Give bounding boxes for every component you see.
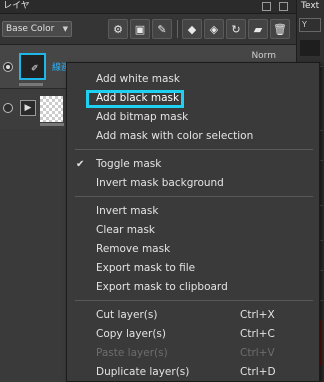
folder-toggle-icon[interactable]: ▶: [20, 100, 36, 116]
menu-separator: [75, 196, 313, 197]
menu-item-label: Copy layer(s): [96, 328, 166, 340]
menu-item-label: Duplicate layer(s): [96, 366, 190, 378]
menu-item-paste-layers: Paste layer(s) Ctrl+V: [68, 344, 318, 363]
layer-context-menu: Add white mask Add black mask Add bitmap…: [66, 62, 320, 382]
fill-icon: ◆: [187, 22, 197, 36]
layer-thumbnail[interactable]: [40, 96, 63, 122]
trash-icon: 🗑: [273, 22, 287, 36]
menu-item-label: Add bitmap mask: [96, 111, 189, 123]
layer-group-icon: ⚙: [113, 22, 123, 36]
menu-item-duplicate-layers[interactable]: Duplicate layer(s) Ctrl+D: [68, 363, 318, 382]
cursor-icon: ✐: [31, 64, 39, 74]
highlight-box: [86, 90, 184, 108]
menu-item-invert-mask[interactable]: Invert mask: [68, 202, 318, 221]
float-panel-icon[interactable]: [262, 2, 271, 11]
menu-item-label: Clear mask: [96, 224, 156, 236]
layer-toolbar: Base Color ▼ ⚙ ▣ ✎ ◆ ◈ ↻ ▰ 🗑: [0, 14, 296, 45]
add-mask-button[interactable]: ▣: [130, 19, 150, 39]
menu-item-shortcut: Ctrl+C: [240, 328, 275, 340]
close-panel-icon[interactable]: [279, 2, 288, 11]
checkmark-icon: ✔: [76, 159, 85, 170]
menu-item-label: Toggle mask: [96, 158, 162, 170]
fill-layer-button[interactable]: ◆: [182, 19, 202, 39]
text-panel-preview: [300, 40, 320, 56]
thumb-strip: [40, 123, 64, 126]
mask-icon: ▣: [134, 22, 146, 36]
layer-panel-header: レイヤ: [0, 0, 296, 14]
menu-item-label: Add white mask: [96, 73, 180, 85]
menu-item-cut-layers[interactable]: Cut layer(s) Ctrl+X: [68, 306, 318, 325]
blend-mode-select[interactable]: Base Color ▼: [2, 21, 72, 37]
menu-separator: [75, 300, 313, 301]
menu-item-add-white-mask[interactable]: Add white mask: [68, 70, 318, 89]
layer-mask-thumbnail[interactable]: ✐: [19, 53, 46, 80]
menu-item-label: Invert mask background: [96, 177, 224, 189]
menu-item-add-mask-color-selection[interactable]: Add mask with color selection: [68, 127, 318, 146]
text-panel-field[interactable]: Y: [299, 18, 321, 32]
toolbar-separator: [177, 20, 178, 38]
menu-item-label: Export mask to file: [96, 262, 196, 274]
blend-mode-value: Base Color: [6, 24, 55, 34]
menu-item-copy-layers[interactable]: Copy layer(s) Ctrl+C: [68, 325, 318, 344]
layer-blend-mode: Norm: [251, 51, 276, 61]
delete-layer-button[interactable]: 🗑: [270, 19, 290, 39]
menu-item-export-mask-file[interactable]: Export mask to file: [68, 259, 318, 278]
menu-item-remove-mask[interactable]: Remove mask: [68, 240, 318, 259]
menu-separator: [75, 149, 313, 150]
menu-item-label: Paste layer(s): [96, 347, 168, 359]
menu-item-label: Add mask with color selection: [96, 130, 254, 142]
paint-bucket-button[interactable]: ◈: [204, 19, 224, 39]
text-panel-title: Text: [301, 1, 320, 11]
menu-item-add-bitmap-mask[interactable]: Add bitmap mask: [68, 108, 318, 127]
menu-item-label: Export mask to clipboard: [96, 281, 228, 293]
menu-item-label: Remove mask: [96, 243, 171, 255]
new-folder-button[interactable]: ▰: [248, 19, 268, 39]
visibility-toggle[interactable]: [3, 62, 13, 72]
refresh-button[interactable]: ↻: [226, 19, 246, 39]
menu-item-label: Invert mask: [96, 205, 159, 217]
menu-item-export-mask-clipboard[interactable]: Export mask to clipboard: [68, 278, 318, 297]
menu-item-toggle-mask[interactable]: ✔ Toggle mask: [68, 155, 318, 174]
new-layer-group-button[interactable]: ⚙: [108, 19, 128, 39]
chevron-down-icon: ▼: [62, 25, 68, 33]
menu-item-shortcut: Ctrl+X: [240, 309, 275, 321]
panel-title: レイヤ: [3, 1, 30, 11]
menu-item-shortcut: Ctrl+D: [240, 366, 276, 378]
menu-item-clear-mask[interactable]: Clear mask: [68, 221, 318, 240]
menu-item-invert-mask-background[interactable]: Invert mask background: [68, 174, 318, 193]
brush-icon: ✎: [157, 22, 167, 36]
thumb-strip: [19, 83, 43, 86]
visibility-toggle[interactable]: [3, 103, 13, 113]
refresh-icon: ↻: [231, 22, 241, 36]
edit-mask-button[interactable]: ✎: [152, 19, 172, 39]
menu-item-label: Cut layer(s): [96, 309, 158, 321]
folder-icon: ▰: [253, 22, 263, 36]
bucket-icon: ◈: [209, 22, 219, 36]
menu-item-shortcut: Ctrl+V: [240, 347, 275, 359]
